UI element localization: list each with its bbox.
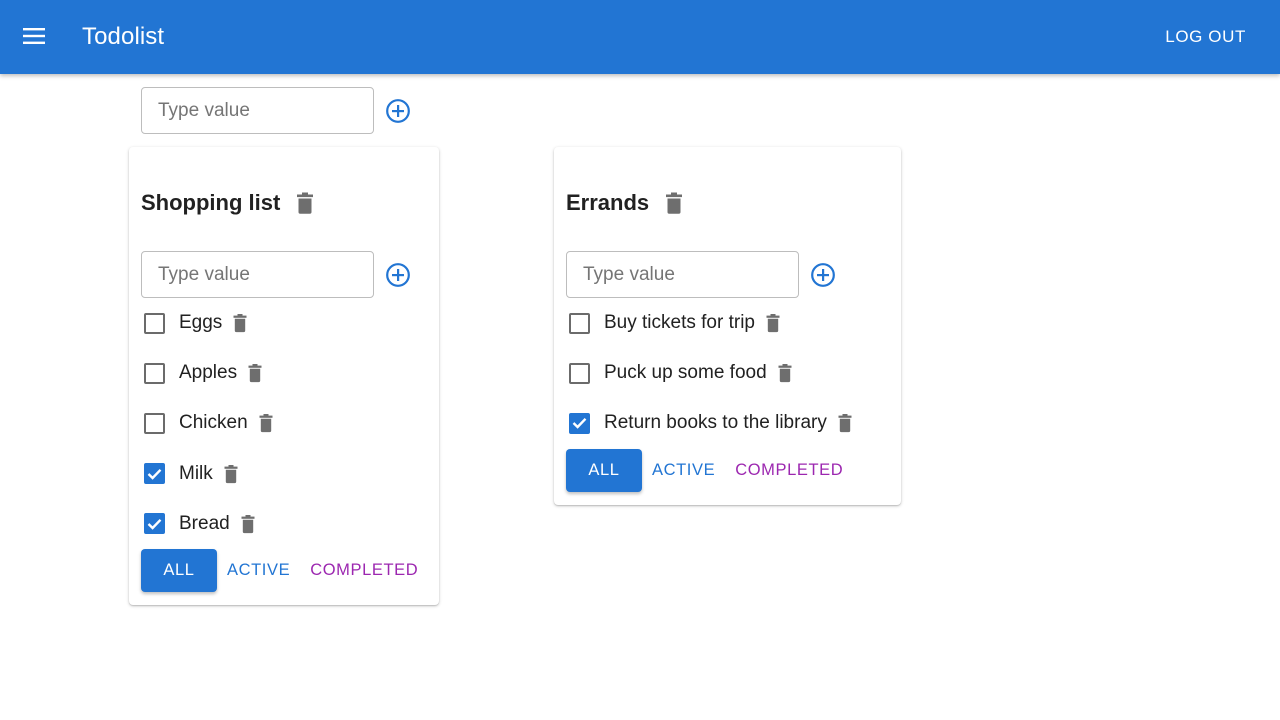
- task-list: Eggs Apples Chicken Milk Bread: [141, 298, 274, 549]
- delete-task-button[interactable]: [777, 363, 793, 383]
- add-task-button[interactable]: [810, 262, 836, 288]
- task-checkbox[interactable]: [144, 362, 165, 384]
- task-item: Milk: [141, 449, 274, 499]
- task-label: Return books to the library: [604, 412, 827, 434]
- delete-list-button[interactable]: [663, 191, 685, 215]
- trash-icon: [838, 414, 852, 433]
- check-icon: [147, 468, 162, 480]
- delete-task-button[interactable]: [223, 464, 239, 484]
- add-circle-outline-icon: [386, 262, 410, 287]
- task-label: Puck up some food: [604, 362, 767, 384]
- task-label: Buy tickets for trip: [604, 312, 755, 334]
- task-checkbox[interactable]: [144, 412, 165, 434]
- filter-buttons: ALL ACTIVE COMPLETED: [141, 549, 428, 592]
- task-checkbox[interactable]: [144, 513, 165, 535]
- delete-task-button[interactable]: [258, 413, 274, 433]
- task-checkbox[interactable]: [569, 362, 590, 384]
- task-list: Buy tickets for trip Puck up some food Ret…: [566, 298, 853, 449]
- add-task-form: [141, 251, 411, 298]
- logout-button[interactable]: LOG OUT: [1165, 25, 1246, 49]
- task-item: Puck up some food: [566, 348, 853, 398]
- delete-task-button[interactable]: [247, 363, 263, 383]
- filter-active-button[interactable]: ACTIVE: [217, 549, 300, 592]
- trash-icon: [224, 464, 238, 483]
- new-list-input[interactable]: [141, 87, 374, 134]
- check-icon: [572, 418, 587, 430]
- check-icon: [147, 518, 162, 530]
- menu-icon[interactable]: [22, 26, 46, 46]
- filter-active-button[interactable]: ACTIVE: [642, 449, 725, 492]
- trash-icon: [766, 314, 780, 333]
- task-checkbox[interactable]: [569, 412, 590, 434]
- app-bar: Todolist LOG OUT: [0, 0, 1280, 74]
- task-item: Eggs: [141, 298, 274, 348]
- task-label: Chicken: [179, 412, 248, 434]
- delete-list-button[interactable]: [294, 191, 316, 215]
- delete-task-button[interactable]: [765, 313, 781, 333]
- trash-icon: [297, 192, 314, 214]
- add-circle-outline-icon: [386, 98, 410, 123]
- trash-icon: [233, 314, 247, 333]
- delete-task-button[interactable]: [837, 413, 853, 433]
- task-checkbox[interactable]: [569, 312, 590, 334]
- task-checkbox[interactable]: [144, 463, 165, 485]
- app-title: Todolist: [82, 23, 165, 50]
- task-label: Bread: [179, 512, 230, 534]
- card-header: Errands: [566, 189, 685, 217]
- trash-icon: [666, 192, 683, 214]
- trash-icon: [259, 414, 273, 433]
- task-item: Chicken: [141, 398, 274, 448]
- todolist-card-shopping: Shopping list Eggs Apples Chicken Milk Bread…: [129, 147, 439, 605]
- trash-icon: [248, 364, 262, 383]
- trash-icon: [778, 364, 792, 383]
- filter-completed-button[interactable]: COMPLETED: [300, 549, 428, 592]
- task-item: Apples: [141, 348, 274, 398]
- task-checkbox[interactable]: [144, 312, 165, 334]
- list-title: Errands: [566, 190, 650, 215]
- add-circle-outline-icon: [811, 262, 835, 287]
- task-label: Apples: [179, 362, 238, 384]
- task-label: Eggs: [179, 312, 223, 334]
- task-item: Return books to the library: [566, 398, 853, 448]
- delete-task-button[interactable]: [240, 514, 256, 534]
- filter-all-button[interactable]: ALL: [141, 549, 217, 592]
- task-item: Bread: [141, 499, 274, 549]
- add-list-button[interactable]: [385, 98, 411, 124]
- filter-all-button[interactable]: ALL: [566, 449, 642, 492]
- trash-icon: [241, 514, 255, 533]
- new-list-form: [141, 87, 411, 134]
- filter-completed-button[interactable]: COMPLETED: [725, 449, 853, 492]
- filter-buttons: ALL ACTIVE COMPLETED: [566, 449, 853, 492]
- todolist-card-errands: Errands Buy tickets for trip Puck up some…: [554, 147, 901, 505]
- task-item: Buy tickets for trip: [566, 298, 853, 348]
- add-task-input[interactable]: [566, 251, 799, 298]
- task-label: Milk: [179, 462, 213, 484]
- card-header: Shopping list: [141, 189, 316, 217]
- delete-task-button[interactable]: [232, 313, 248, 333]
- add-task-button[interactable]: [385, 262, 411, 288]
- list-title: Shopping list: [141, 190, 281, 215]
- add-task-form: [566, 251, 836, 298]
- add-task-input[interactable]: [141, 251, 374, 298]
